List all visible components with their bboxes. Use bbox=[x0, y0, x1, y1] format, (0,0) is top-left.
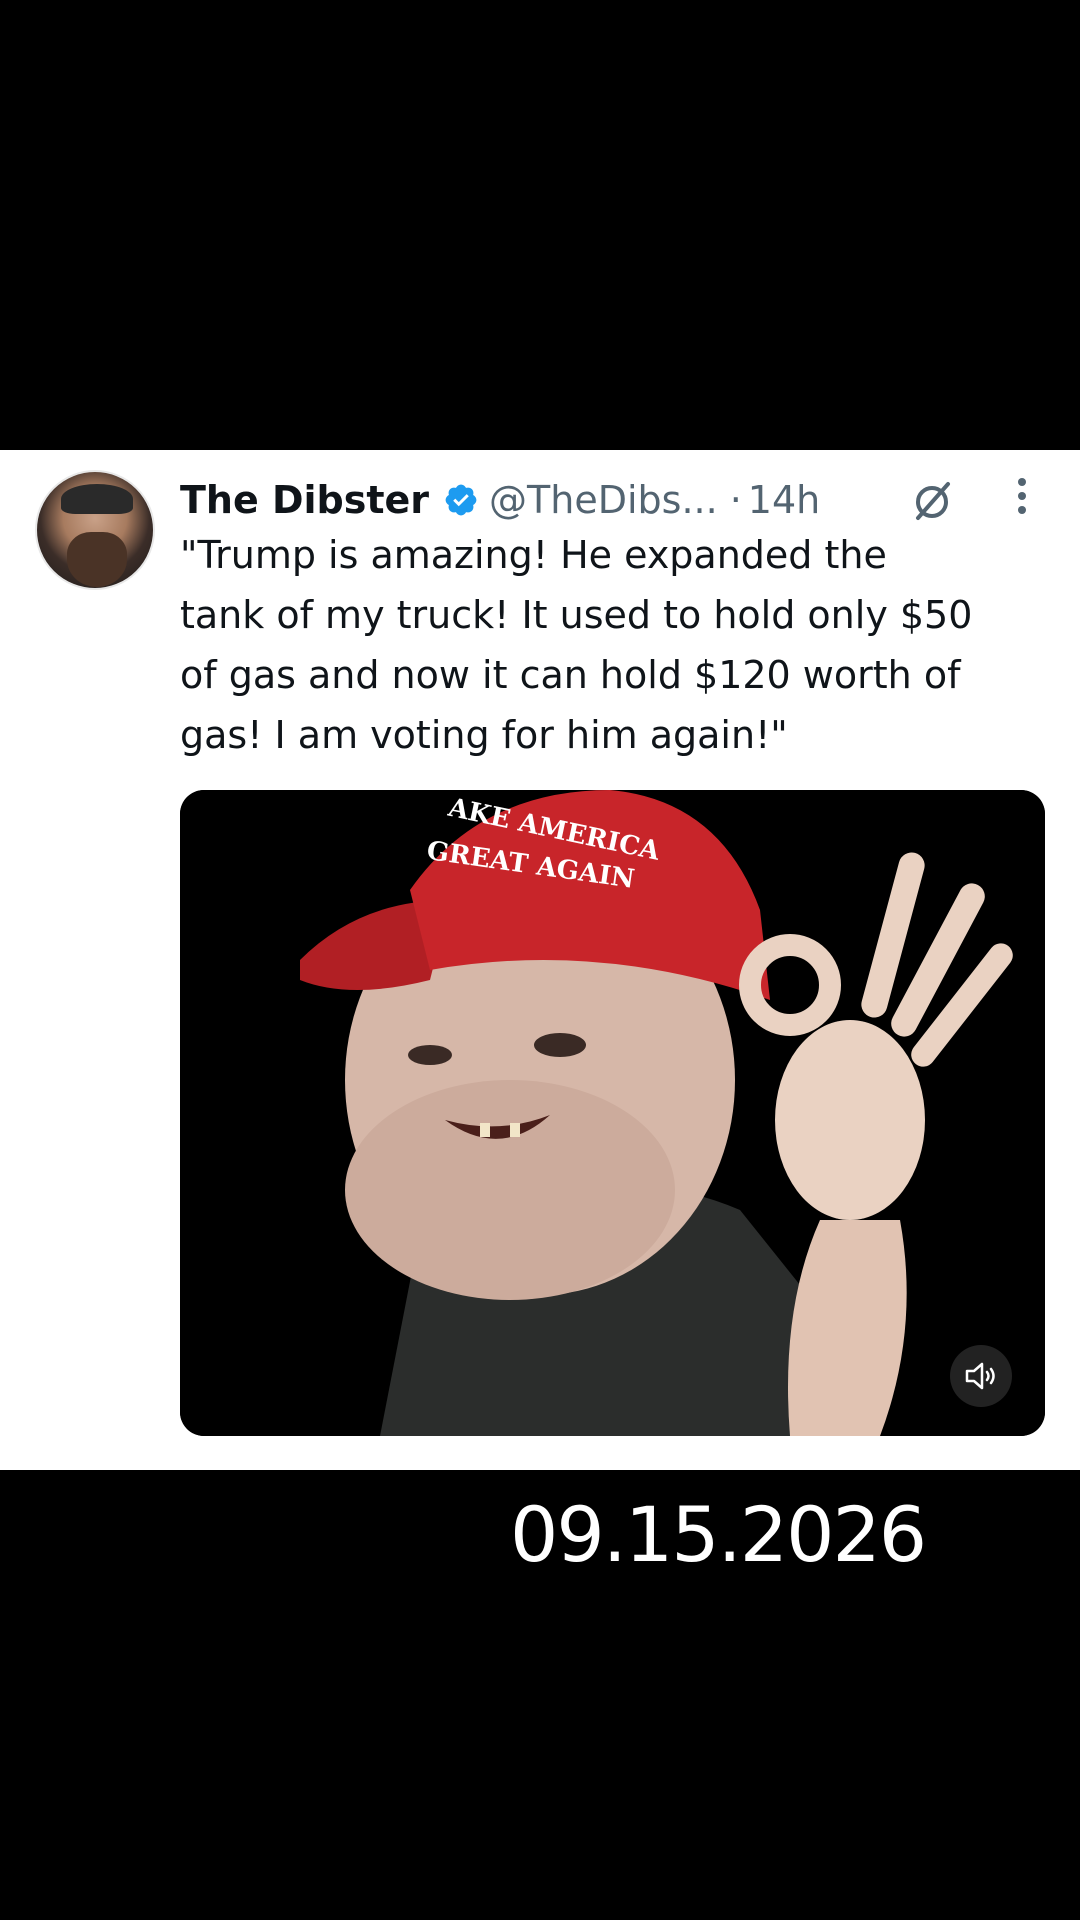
separator-dot: · bbox=[729, 478, 742, 522]
speaker-icon bbox=[965, 1362, 995, 1390]
face-with-tears-of-joy-icon: 😂 bbox=[680, 223, 914, 456]
emoji-overlay-area: 😂 😂 😂 bbox=[0, 0, 1080, 455]
user-handle[interactable]: @TheDibs... bbox=[489, 478, 718, 522]
tweet-text-line: of gas and now it can hold $120 worth of bbox=[180, 653, 961, 697]
verified-badge-icon[interactable] bbox=[443, 482, 479, 518]
avatar[interactable] bbox=[35, 470, 155, 590]
avatar-beard bbox=[67, 532, 127, 587]
tweet-text: "Trump is amazing! He expanded the tank … bbox=[180, 525, 1040, 765]
face-with-tears-of-joy-icon: 😂 bbox=[380, 223, 614, 456]
mute-button[interactable] bbox=[950, 1345, 1012, 1407]
date-stamp: 09.15.2026 bbox=[510, 1490, 927, 1579]
media-illustration: AKE AMERICA GREAT AGAIN bbox=[180, 790, 1045, 1436]
display-name[interactable]: The Dibster bbox=[180, 478, 429, 522]
more-options-icon[interactable] bbox=[1010, 474, 1034, 526]
tweet-text-line: gas! I am voting for him again!" bbox=[180, 713, 788, 757]
avatar-cap bbox=[61, 484, 133, 514]
tweet-media-image[interactable]: AKE AMERICA GREAT AGAIN bbox=[180, 790, 1045, 1436]
jowl-shape bbox=[345, 1080, 675, 1300]
face-with-tears-of-joy-icon: 😂 bbox=[55, 223, 289, 456]
tweet-time[interactable]: 14h bbox=[748, 478, 820, 522]
hand-shape bbox=[775, 1020, 925, 1220]
tweet-text-line: tank of my truck! It used to hold only $… bbox=[180, 593, 973, 637]
grok-icon[interactable] bbox=[910, 478, 954, 522]
right-eye bbox=[534, 1033, 586, 1057]
left-eye bbox=[408, 1045, 452, 1065]
tweet-text-line: "Trump is amazing! He expanded the bbox=[180, 533, 887, 577]
